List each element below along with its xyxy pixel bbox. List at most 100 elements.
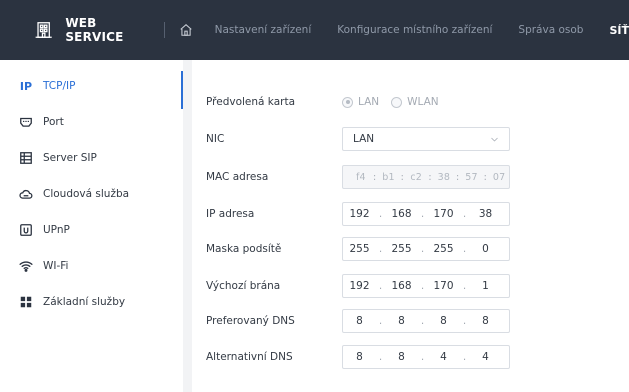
alternative-dns-field[interactable]: 8. 8. 4. 4 — [342, 345, 510, 369]
basic-services-icon — [20, 296, 32, 308]
dns1-octet-3[interactable]: 8 — [427, 315, 460, 327]
mac-row: MAC adresa f4: b1: c2: 38: 57: 07 — [192, 164, 629, 190]
nav-local-device-config[interactable]: Konfigurace místního zařízení — [337, 24, 492, 36]
main-nav: Nastavení zařízení Konfigurace místního … — [215, 24, 629, 37]
ip-octet-4[interactable]: 38 — [469, 208, 502, 220]
preferred-dns-row: Preferovaný DNS 8. 8. 8. 8 — [192, 308, 629, 334]
preferred-dns-field[interactable]: 8. 8. 8. 8 — [342, 309, 510, 333]
dns1-separator: . — [462, 315, 467, 327]
dns2-octet-4[interactable]: 4 — [469, 351, 502, 363]
mac-octet: 38 — [437, 171, 451, 183]
nav-person-management[interactable]: Správa osob — [518, 24, 583, 36]
ip-address-field[interactable]: 192. 168. 170. 38 — [342, 202, 510, 226]
nic-select[interactable]: LAN — [342, 127, 510, 151]
chevron-down-icon — [491, 137, 498, 142]
mask-octet-2[interactable]: 255 — [385, 243, 418, 255]
gateway-octet-2[interactable]: 168 — [385, 280, 418, 292]
upnp-icon — [20, 224, 32, 236]
sidebar-item-port[interactable]: Port — [0, 104, 183, 140]
top-navigation-bar: WEB SERVICE Nastavení zařízení Konfigura… — [0, 0, 629, 60]
sidebar-item-server-sip[interactable]: Server SIP — [0, 140, 183, 176]
sidebar-item-cloud-service[interactable]: Cloudová služba — [0, 176, 183, 212]
gateway-octet-4[interactable]: 1 — [469, 280, 502, 292]
gateway-separator: . — [420, 280, 425, 292]
sidebar-item-label: Port — [43, 116, 64, 128]
tcpip-settings-panel: Předvolená karta LAN WLAN NIC LAN MAC ad… — [192, 60, 629, 392]
sidebar-item-label: Cloudová služba — [43, 188, 130, 200]
mac-octet: 07 — [492, 171, 506, 183]
dns2-separator: . — [420, 351, 425, 363]
dns2-separator: . — [462, 351, 467, 363]
sidebar-item-label: UPnP — [43, 224, 70, 236]
ip-label: IP adresa — [206, 208, 255, 220]
dns2-octet-3[interactable]: 4 — [427, 351, 460, 363]
wifi-icon — [19, 261, 33, 272]
sidebar-item-upnp[interactable]: UPnP — [0, 212, 183, 248]
mask-octet-3[interactable]: 255 — [427, 243, 460, 255]
server-sip-icon — [20, 152, 32, 164]
ip-separator: . — [420, 208, 425, 220]
sidebar-item-basic-services[interactable]: Základní služby — [0, 284, 183, 320]
default-card-radio-group: LAN WLAN — [342, 96, 451, 108]
radio-wlan[interactable]: WLAN — [391, 96, 439, 108]
nav-device-settings[interactable]: Nastavení zařízení — [215, 24, 312, 36]
mac-address-field: f4: b1: c2: 38: 57: 07 — [342, 165, 510, 189]
cloud-icon — [19, 189, 33, 199]
mac-octet: f4 — [355, 171, 366, 183]
subnet-mask-field[interactable]: 255. 255. 255. 0 — [342, 237, 510, 261]
dns2-octet-1[interactable]: 8 — [343, 351, 376, 363]
gateway-octet-3[interactable]: 170 — [427, 280, 460, 292]
ip-separator: . — [378, 208, 383, 220]
radio-lan[interactable]: LAN — [342, 96, 379, 108]
mac-separator: : — [428, 171, 432, 183]
radio-lan-label: LAN — [358, 96, 380, 108]
nic-select-value: LAN — [353, 133, 375, 145]
gateway-row: Výchozí brána 192. 168. 170. 1 — [192, 273, 629, 299]
mask-octet-4[interactable]: 0 — [469, 243, 502, 255]
mac-octet: 57 — [465, 171, 478, 183]
mac-octet: c2 — [410, 171, 423, 183]
sidebar-item-label: Server SIP — [43, 152, 97, 164]
dns2-octet-2[interactable]: 8 — [385, 351, 418, 363]
preferred-dns-label: Preferovaný DNS — [206, 315, 295, 327]
dns1-octet-2[interactable]: 8 — [385, 315, 418, 327]
dns1-octet-4[interactable]: 8 — [469, 315, 502, 327]
nav-network[interactable]: SÍŤ — [609, 24, 629, 37]
mac-separator: : — [483, 171, 488, 183]
mask-octet-1[interactable]: 255 — [343, 243, 376, 255]
dns1-separator: . — [378, 315, 383, 327]
sidebar-item-wifi[interactable]: WI-Fi — [0, 248, 183, 284]
radio-wlan-circle — [391, 96, 403, 108]
gateway-separator: . — [462, 280, 467, 292]
alternative-dns-label: Alternativní DNS — [206, 351, 293, 363]
default-card-label: Předvolená karta — [206, 96, 295, 108]
sidebar-item-tcpip[interactable]: IP TCP/IP — [0, 68, 183, 109]
nic-label: NIC — [206, 133, 225, 145]
dns1-separator: . — [420, 315, 425, 327]
default-gateway-field[interactable]: 192. 168. 170. 1 — [342, 274, 510, 298]
mask-row: Maska podsítě 255. 255. 255. 0 — [192, 236, 629, 262]
dns1-octet-1[interactable]: 8 — [343, 315, 376, 327]
mac-label: MAC adresa — [206, 171, 269, 183]
dns2-separator: . — [378, 351, 383, 363]
mac-octet: b1 — [382, 171, 395, 183]
mac-separator: : — [373, 171, 377, 183]
ip-octet-2[interactable]: 168 — [385, 208, 418, 220]
ip-octet-1[interactable]: 192 — [343, 208, 376, 220]
home-icon[interactable] — [179, 22, 193, 38]
radio-lan-circle — [342, 96, 353, 108]
mask-separator: . — [378, 243, 383, 255]
mac-separator: : — [455, 171, 460, 183]
mask-label: Maska podsítě — [206, 243, 282, 255]
brand: WEB SERVICE — [34, 16, 193, 44]
sidebar-item-label: Základní služby — [43, 296, 126, 308]
ip-separator: . — [462, 208, 467, 220]
gateway-separator: . — [378, 280, 383, 292]
alternative-dns-row: Alternativní DNS 8. 8. 4. 4 — [192, 344, 629, 370]
radio-wlan-label: WLAN — [407, 96, 439, 108]
ip-row: IP adresa 192. 168. 170. 38 — [192, 201, 629, 227]
gateway-octet-1[interactable]: 192 — [343, 280, 376, 292]
sidebar-item-label: TCP/IP — [43, 80, 76, 92]
brand-title: WEB SERVICE — [65, 16, 124, 44]
ip-octet-3[interactable]: 170 — [427, 208, 460, 220]
